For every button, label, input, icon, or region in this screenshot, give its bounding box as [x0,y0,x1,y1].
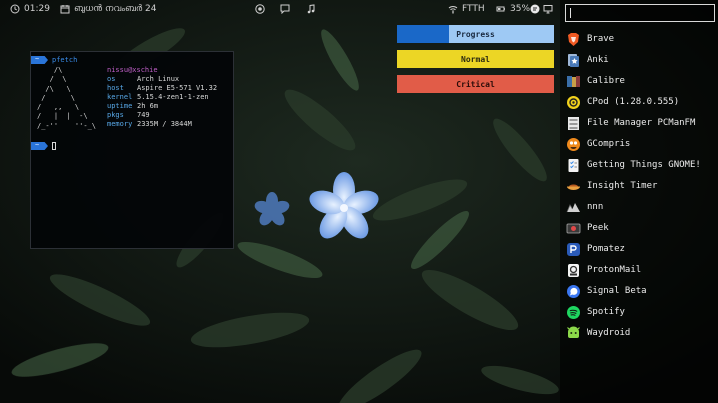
browser-launcher[interactable] [255,4,265,14]
app-name: File Manager PCManFM [587,118,696,128]
protonmail-icon [568,263,579,277]
network-name: FTTH [462,4,485,14]
anki-icon [568,53,579,67]
launcher-item-peek[interactable]: Peek [566,218,716,238]
arch-ascii-logo: /\ / \ /\ \ / \ / ,, \ / | | -\ /_-'' ''… [37,66,97,130]
critical-label: Critical [456,79,495,89]
info-row-uptime: uptime 2h 6m [107,102,159,110]
progress-fill [397,25,449,43]
date-text: ബുധൻ നവംബർ 24 [74,4,157,14]
wifi-icon [448,6,458,14]
progress-label: Progress [456,29,495,39]
clock-time: 01:29 [24,4,50,14]
gcompris-icon [567,137,580,151]
info-row-pkgs: pkgs 749 [107,111,150,119]
app-name: Getting Things GNOME! [587,160,701,170]
launcher-item-signal[interactable]: Signal Beta [566,281,716,301]
gtg-icon [568,158,579,172]
app-name: Signal Beta [587,286,647,296]
battery-level: 35% [510,4,531,14]
prompt-badge: ~ [31,56,48,64]
launcher-item-brave[interactable]: Brave [566,29,716,49]
terminal-cursor [52,142,56,150]
launcher-item-anki[interactable]: Anki [566,50,716,70]
date-widget: ബുധൻ നവംബർ 24 [60,4,156,14]
app-name: GCompris [587,139,631,149]
app-name: Brave [587,34,615,44]
app-name: Calibre [587,76,625,86]
display-tray[interactable] [543,4,553,14]
app-name: Spotify [587,307,625,317]
spotify-icon [567,305,580,319]
pomatez-icon [567,242,580,256]
network-widget[interactable]: FTTH [448,4,485,14]
chat-launcher[interactable] [280,4,290,14]
launcher-item-gcompris[interactable]: GCompris [566,134,716,154]
battery-widget[interactable]: 35% [496,4,530,14]
launcher-item-cpod[interactable]: CPod (1.28.0.555) [566,92,716,112]
info-row-os: os Arch Linux [107,75,180,83]
normal-notification[interactable]: Normal [397,50,554,68]
brave-icon [568,32,579,46]
notification-tray[interactable] [530,4,540,14]
launcher-item-insight-timer[interactable]: Insight Timer [566,176,716,196]
launcher-item-file-manager[interactable]: File Manager PCManFM [566,113,716,133]
app-name: CPod (1.28.0.555) [587,97,680,107]
app-launcher: Brave Anki Calibre CPod (1.28.0.555) Fil… [560,0,718,403]
clock-widget[interactable]: 01:29 [10,4,50,14]
app-name: Anki [587,55,609,65]
launcher-item-nnn[interactable]: nnn [566,197,716,217]
peek-icon [566,223,581,233]
file-manager-icon [568,116,579,130]
cpod-icon [567,95,580,109]
app-name: Insight Timer [587,181,658,191]
music-launcher[interactable] [306,4,316,14]
prompt-badge: ~ [31,142,48,150]
app-name: ProtonMail [587,265,642,275]
launcher-item-waydroid[interactable]: Waydroid [566,323,716,343]
launcher-item-spotify[interactable]: Spotify [566,302,716,322]
progress-notification[interactable]: Progress [397,25,554,43]
normal-label: Normal [461,54,490,64]
search-cursor [570,8,571,18]
insight-timer-icon [567,184,580,190]
waydroid-icon [567,326,580,338]
terminal-window[interactable]: ~ pfetch /\ / \ /\ \ / \ / ,, \ / | | -\… [30,51,234,249]
fetch-user-host: nissu@xschie [107,66,158,74]
music-note-icon [307,4,315,14]
app-name: Pomatez [587,244,625,254]
calibre-icon [567,75,580,87]
chat-icon [280,4,290,14]
app-name: Peek [587,223,609,233]
launcher-item-calibre[interactable]: Calibre [566,71,716,91]
app-name: Waydroid [587,328,631,338]
notification-icon [530,4,540,14]
info-row-memory: memory 2335M / 3844M [107,120,192,128]
launcher-search-input[interactable] [565,4,715,22]
clock-icon [10,4,20,14]
terminal-command: pfetch [52,56,78,64]
nnn-icon [566,202,580,212]
launcher-item-pomatez[interactable]: Pomatez [566,239,716,259]
app-name: nnn [587,202,604,212]
info-row-kernel: kernel 5.15.4-zen1-1-zen [107,93,209,101]
info-row-host: host Aspire E5-571 V1.32 [107,84,218,92]
firefox-icon [255,4,265,14]
critical-notification[interactable]: Critical [397,75,554,93]
signal-icon [567,284,580,298]
battery-icon [496,6,505,12]
calendar-icon [60,5,70,14]
display-icon [543,5,553,14]
launcher-item-protonmail[interactable]: ProtonMail [566,260,716,280]
launcher-item-gtg[interactable]: Getting Things GNOME! [566,155,716,175]
